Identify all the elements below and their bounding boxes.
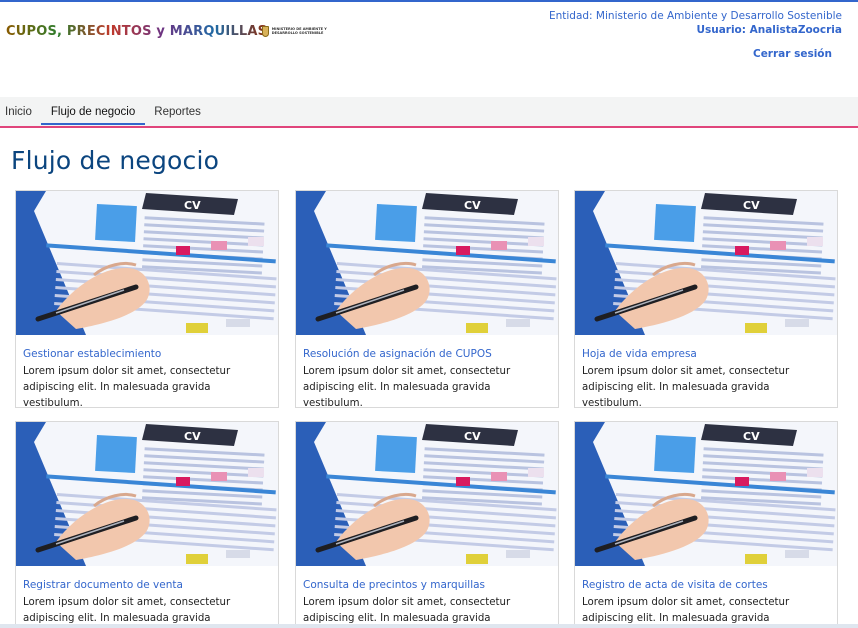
ministry-logo-text: MINISTERIO DE AMBIENTE Y DESARROLLO SOST… — [271, 27, 327, 35]
card-gestionar-establecimiento[interactable]: CV Gestionar establecimiento Lorem ipsum… — [15, 190, 279, 409]
card-image: CV — [16, 422, 278, 566]
coat-of-arms-icon — [262, 25, 269, 37]
main-nav: Inicio Flujo de negocio Reportes — [0, 97, 858, 128]
user-info: Entidad: Ministerio de Ambiente y Desarr… — [549, 10, 842, 36]
cv-label: CV — [464, 199, 481, 212]
user-label: Usuario: AnalistaZoocria — [696, 24, 842, 36]
card-description: Lorem ipsum dolor sit amet, consectetur … — [303, 366, 511, 409]
nav-item-label: Flujo de negocio — [50, 105, 136, 118]
cv-document-icon: CV — [296, 422, 558, 566]
card-image: CV — [296, 191, 558, 335]
card-title[interactable]: Registrar documento de venta — [23, 579, 183, 591]
card-title[interactable]: Registro de acta de visita de cortes — [582, 579, 768, 591]
card-hoja-de-vida-empresa[interactable]: CV Hoja de vida empresa Lorem ipsum dolo… — [574, 190, 838, 409]
cv-label: CV — [464, 430, 481, 443]
app-logo[interactable]: CUPOS, PRECINTOS y MARQUILLAS — [6, 22, 267, 40]
nav-item-inicio[interactable]: Inicio — [0, 97, 39, 126]
card-resolucion-cupos[interactable]: CV Resolución de asignación de CUPOS Lor… — [295, 190, 559, 409]
card-registrar-documento-venta[interactable]: CV Registrar documento de venta Lorem ip… — [15, 421, 279, 628]
cv-label: CV — [184, 430, 201, 443]
card-description: Lorem ipsum dolor sit amet, consectetur … — [23, 366, 231, 409]
app-logo-text: CUPOS, PRECINTOS y MARQUILLAS — [6, 23, 268, 39]
cv-document-icon: CV — [16, 422, 278, 566]
nav-item-flujo-de-negocio[interactable]: Flujo de negocio — [39, 97, 147, 126]
card-image: CV — [575, 422, 837, 566]
card-title[interactable]: Hoja de vida empresa — [582, 348, 697, 360]
card-description: Lorem ipsum dolor sit amet, consectetur … — [582, 366, 790, 409]
header: CUPOS, PRECINTOS y MARQUILLAS MINISTERIO… — [0, 2, 858, 97]
card-title[interactable]: Gestionar establecimiento — [23, 348, 161, 360]
cv-label: CV — [184, 199, 201, 212]
entity-label: Entidad: Ministerio de Ambiente y Desarr… — [548, 10, 842, 22]
page-title: Flujo de negocio — [11, 146, 220, 175]
nav-item-label: Inicio — [5, 105, 32, 118]
logout-link[interactable]: Cerrar sesión — [753, 48, 832, 60]
card-image: CV — [16, 191, 278, 335]
ministry-logo: MINISTERIO DE AMBIENTE Y DESARROLLO SOST… — [262, 24, 344, 38]
cv-label: CV — [743, 430, 760, 443]
card-consulta-precintos[interactable]: CV Consulta de precintos y marquillas Lo… — [295, 421, 559, 628]
cv-document-icon: CV — [16, 191, 278, 335]
card-title[interactable]: Resolución de asignación de CUPOS — [303, 348, 492, 360]
cv-document-icon: CV — [296, 191, 558, 335]
nav-item-reportes[interactable]: Reportes — [147, 97, 208, 126]
horizontal-scrollbar[interactable] — [0, 624, 858, 628]
cv-label: CV — [743, 199, 760, 212]
card-image: CV — [575, 191, 837, 335]
cv-document-icon: CV — [575, 191, 837, 335]
card-registro-acta-visita[interactable]: CV Registro de acta de visita de cortes … — [574, 421, 838, 628]
card-title[interactable]: Consulta de precintos y marquillas — [303, 579, 485, 591]
card-image: CV — [296, 422, 558, 566]
nav-item-label: Reportes — [154, 105, 201, 118]
cv-document-icon: CV — [575, 422, 837, 566]
